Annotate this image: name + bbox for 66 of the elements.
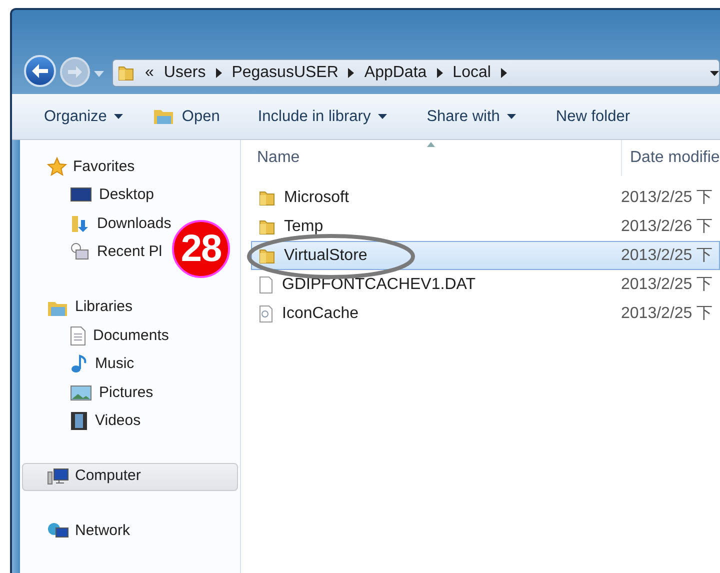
toolbar-button[interactable]: Organize bbox=[44, 104, 123, 128]
file-name: VirtualStore bbox=[284, 246, 368, 266]
folder-icon bbox=[258, 218, 276, 236]
sidebar-item[interactable]: Network bbox=[22, 518, 238, 546]
address-bar[interactable]: « Users PegasusUSER AppData Local bbox=[112, 59, 720, 87]
toolbar-button[interactable]: Share with bbox=[426, 104, 516, 128]
breadcrumb-item[interactable]: Local bbox=[452, 61, 491, 85]
date-cell-text: 2013/2/25 下 bbox=[620, 188, 713, 208]
breadcrumb-item[interactable]: Users bbox=[164, 61, 206, 85]
sidebar-item[interactable]: Recent Pl bbox=[70, 238, 162, 266]
star-icon bbox=[47, 157, 67, 177]
file-row[interactable]: Microsoft 2013/2/25 下 bbox=[251, 183, 720, 212]
caret-icon bbox=[506, 114, 516, 119]
dropdown-caret-icon[interactable] bbox=[710, 70, 719, 76]
breadcrumb-arrow-icon[interactable] bbox=[216, 68, 222, 78]
folder-icon bbox=[117, 64, 135, 82]
file-row[interactable]: VirtualStore 2013/2/25 下 bbox=[251, 241, 720, 270]
folder-icon bbox=[258, 246, 276, 264]
left-arrow-icon bbox=[31, 63, 49, 79]
file-name: GDIPFONTCACHEV1.DAT bbox=[282, 274, 476, 294]
breadcrumb-item[interactable]: AppData bbox=[364, 61, 427, 85]
sidebar-item[interactable]: Documents bbox=[70, 322, 169, 350]
folder-icon bbox=[258, 188, 276, 206]
toolbar-button[interactable]: Open bbox=[152, 104, 220, 128]
document-icon bbox=[70, 326, 86, 346]
breadcrumb-item[interactable]: PegasusUSER bbox=[232, 61, 338, 85]
film-icon bbox=[70, 411, 88, 432]
breadcrumb-arrow-icon[interactable] bbox=[348, 68, 354, 78]
breadcrumb-arrow-icon[interactable] bbox=[500, 68, 507, 78]
sidebar-item[interactable]: Videos bbox=[70, 407, 141, 436]
date-cell-text: 2013/2/26 下 bbox=[620, 216, 713, 236]
file-name: Microsoft bbox=[284, 188, 349, 208]
date-cell-text: 2013/2/25 下 bbox=[620, 246, 713, 266]
file-row[interactable]: Temp 2013/2/26 下 bbox=[251, 212, 720, 241]
folder-icon bbox=[152, 108, 175, 126]
sidebar-item[interactable]: Libraries bbox=[22, 294, 238, 322]
toolbar-button[interactable]: Include in library bbox=[258, 104, 387, 128]
file-name: IconCache bbox=[282, 304, 358, 324]
sidebar-item[interactable]: Music bbox=[70, 350, 134, 378]
sidebar-item[interactable]: Computer bbox=[22, 462, 238, 490]
date-cell-text: 2013/2/25 下 bbox=[620, 274, 713, 294]
caret-icon bbox=[378, 114, 387, 119]
column-header[interactable]: Name bbox=[241, 140, 621, 176]
picture-icon bbox=[70, 384, 92, 402]
monitor-icon bbox=[70, 187, 92, 204]
computer-icon bbox=[47, 468, 69, 486]
file-icon bbox=[258, 276, 274, 294]
toolbar-button[interactable]: New folder bbox=[556, 104, 630, 128]
sort-arrow-icon bbox=[427, 142, 435, 147]
file-row[interactable]: GDIPFONTCACHEV1.DAT 2013/2/25 下 bbox=[251, 270, 720, 299]
folder-arrow-icon bbox=[70, 214, 90, 234]
caret-icon bbox=[114, 114, 123, 119]
column-header[interactable]: Date modifie bbox=[621, 140, 720, 176]
breadcrumb-arrow-icon[interactable] bbox=[436, 68, 443, 78]
sidebar-item[interactable]: Downloads bbox=[70, 210, 172, 238]
back-button[interactable] bbox=[24, 55, 56, 87]
file-row[interactable]: IconCache 2013/2/25 下 bbox=[251, 299, 720, 328]
date-cell-text: 2013/2/25 下 bbox=[620, 304, 713, 324]
sidebar-item[interactable]: Favorites bbox=[22, 153, 238, 181]
overflow-chevron[interactable]: « bbox=[145, 61, 154, 85]
sidebar-item[interactable]: Desktop bbox=[70, 181, 154, 210]
clock-folder-icon bbox=[70, 242, 90, 262]
file-name: Temp bbox=[284, 216, 324, 236]
sidebar-item[interactable]: Pictures bbox=[70, 378, 154, 407]
right-arrow-icon bbox=[67, 65, 83, 79]
music-note-icon bbox=[70, 354, 88, 374]
